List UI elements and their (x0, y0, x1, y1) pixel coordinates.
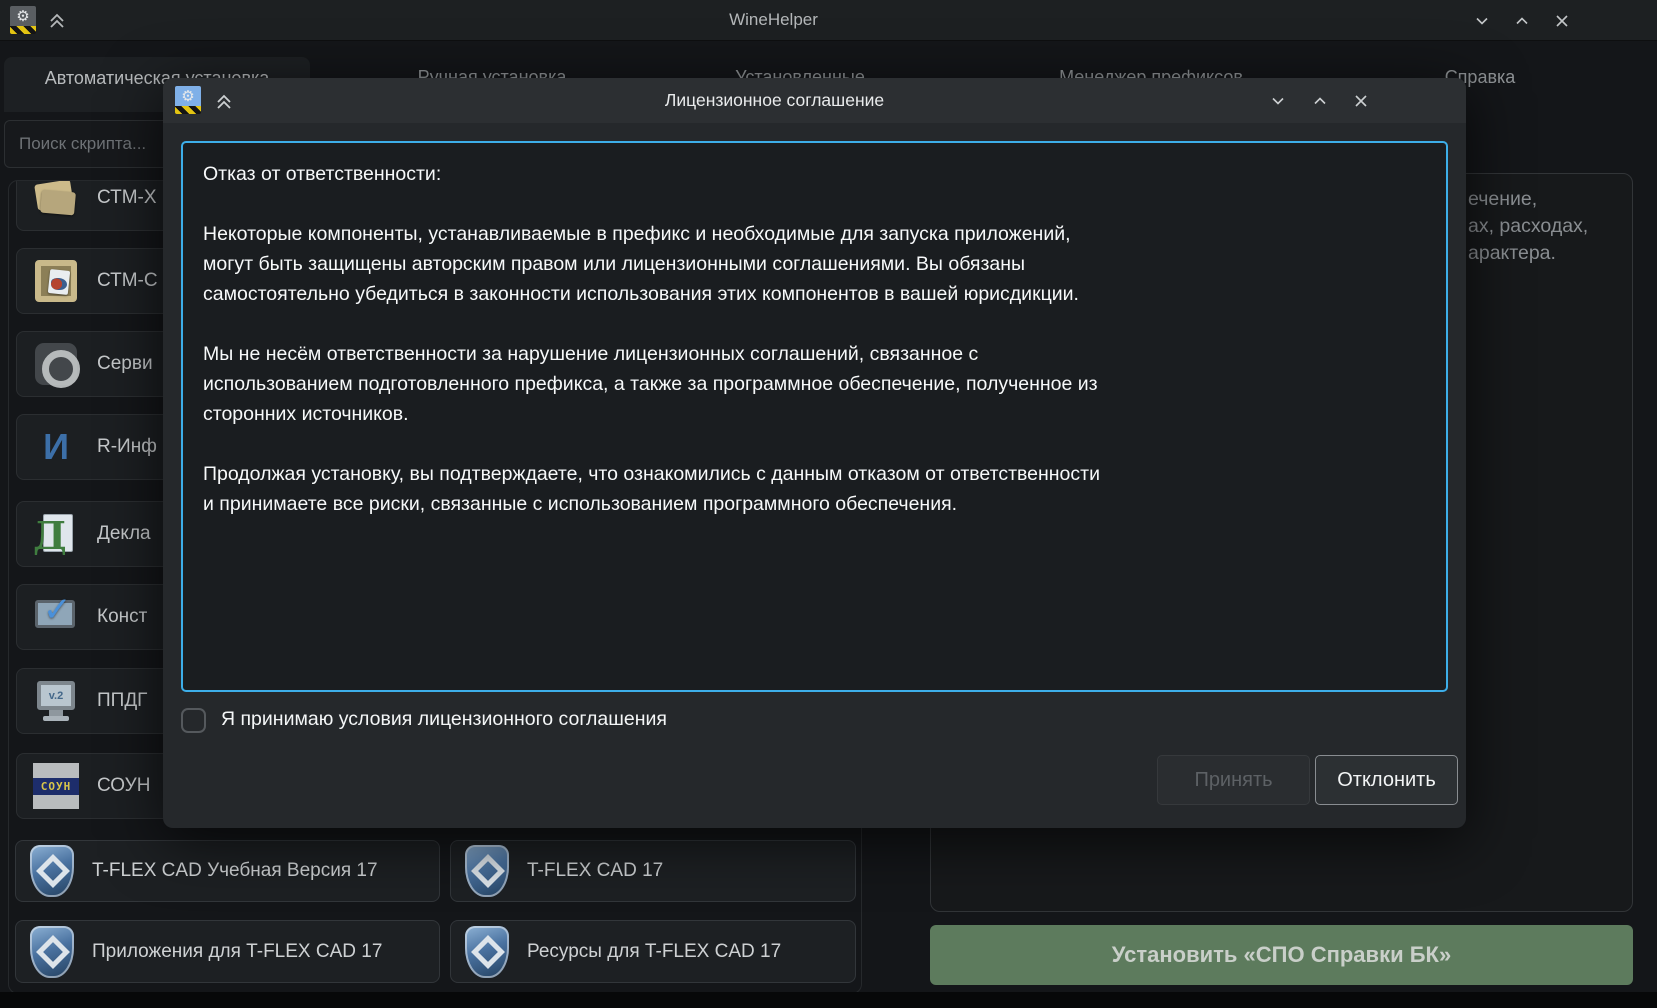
license-paragraph: Продолжая установку, вы подтверждаете, ч… (203, 459, 1108, 519)
chevron-up-icon (1309, 90, 1331, 112)
app-gear-hazard-icon: ⚙ (10, 6, 36, 34)
frame-document-icon (33, 258, 79, 304)
license-dialog: ⚙ Лицензионное соглашение (163, 78, 1466, 828)
installer-tflex-cad-17[interactable]: T-FLEX CAD 17 (450, 840, 856, 902)
close-icon (1350, 90, 1372, 112)
license-paragraph: Некоторые компоненты, устанавливаемые в … (203, 219, 1108, 309)
letter-i-icon: И (33, 424, 79, 470)
accept-button[interactable]: Принять (1157, 755, 1310, 805)
ring-icon (33, 341, 79, 387)
double-chevron-up-icon (46, 9, 68, 31)
chevron-down-icon (1471, 10, 1493, 32)
maximize-button[interactable] (1509, 8, 1535, 34)
close-button[interactable] (1549, 8, 1575, 34)
dialog-titlebar: ⚙ Лицензионное соглашение (163, 78, 1466, 123)
gear-icon: ⚙ (10, 6, 36, 26)
installer-tflex-resources-17[interactable]: Ресурсы для T-FLEX CAD 17 (450, 920, 856, 983)
tflex-shield-icon (30, 845, 74, 897)
soun-badge-icon: СОУН (33, 763, 79, 809)
app-gear-hazard-icon: ⚙ (175, 86, 201, 114)
dialog-title: Лицензионное соглашение (223, 78, 1326, 123)
winehelper-window: ⚙ WineHelper Автоматическая установка Ру… (0, 0, 1657, 1008)
dialog-minimize-button[interactable] (1265, 88, 1291, 114)
monitor-check-icon: ✓ (33, 594, 79, 640)
main-titlebar: ⚙ WineHelper (0, 0, 1657, 41)
chevron-down-icon (1267, 90, 1289, 112)
license-paragraph: Мы не несём ответственности за нарушение… (203, 339, 1108, 429)
dialog-close-button[interactable] (1348, 88, 1374, 114)
license-text-area[interactable]: Отказ от ответственности: Некоторые комп… (181, 141, 1448, 692)
window-title: WineHelper (150, 0, 1397, 40)
gear-icon: ⚙ (175, 86, 201, 106)
tflex-shield-icon (30, 926, 74, 978)
close-icon (1551, 10, 1573, 32)
accept-license-checkbox-label: Я принимаю условия лицензионного соглаше… (221, 708, 667, 731)
decline-button[interactable]: Отклонить (1315, 755, 1458, 805)
dialog-maximize-button[interactable] (1307, 88, 1333, 114)
tflex-shield-icon (465, 845, 509, 897)
license-paragraph: Отказ от ответственности: (203, 159, 1108, 189)
hazard-stripes-icon (175, 106, 201, 114)
monitor-v2-icon: v.2 (33, 678, 79, 724)
minimize-button[interactable] (1469, 8, 1495, 34)
description-text: ечение, ах, расходах, арактера. (1468, 186, 1588, 267)
hazard-stripes-icon (10, 26, 36, 34)
letter-d-document-icon: Д (33, 511, 79, 557)
accept-license-checkbox[interactable] (181, 708, 206, 733)
installer-tflex-cad-edu-17[interactable]: T-FLEX CAD Учебная Версия 17 (15, 840, 440, 902)
installer-tflex-apps-17[interactable]: Приложения для T-FLEX CAD 17 (15, 920, 440, 983)
install-spo-spravki-bk-button[interactable]: Установить «СПО Справки БК» (930, 925, 1633, 985)
shade-window-button[interactable] (44, 7, 70, 33)
folder-icon (33, 180, 79, 221)
bottom-strip (0, 992, 1657, 1008)
tflex-shield-icon (465, 926, 509, 978)
chevron-up-icon (1511, 10, 1533, 32)
